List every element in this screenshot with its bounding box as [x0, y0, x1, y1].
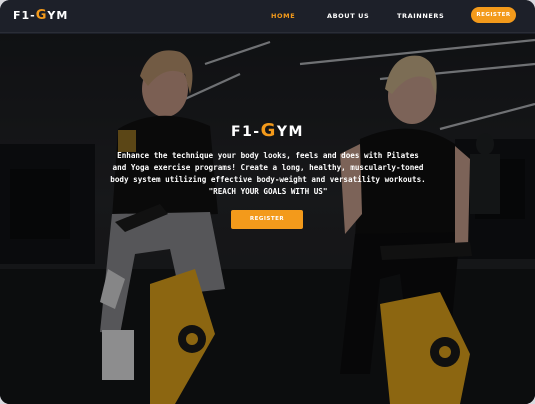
hero-description: Enhance the technique your body looks, f…	[110, 151, 426, 184]
navbar: F1-GYM HOME ABOUT US TRAINNERS REGISTER	[0, 0, 535, 33]
brand-accent-letter: G	[35, 8, 48, 23]
app-window: F1-GYM HOME ABOUT US TRAINNERS REGISTER	[0, 0, 535, 404]
hero-slogan: "REACH YOUR GOALS WITH US"	[208, 187, 328, 196]
hero-brand-suffix: YM	[276, 124, 304, 140]
nav-register-button[interactable]: REGISTER	[471, 7, 516, 23]
brand-logo[interactable]: F1-GYM	[13, 8, 68, 23]
brand-suffix: YM	[47, 9, 69, 22]
hero-register-button[interactable]: REGISTER	[231, 210, 303, 229]
hero-description-block: Enhance the technique your body looks, f…	[108, 150, 428, 198]
nav-link-home[interactable]: HOME	[271, 12, 295, 20]
brand-prefix: F1-	[13, 9, 36, 22]
nav-link-about-us[interactable]: ABOUT US	[327, 12, 369, 20]
nav-link-trainners[interactable]: TRAINNERS	[397, 12, 444, 20]
hero-brand-prefix: F1-	[231, 124, 261, 140]
hero-brand-accent-letter: G	[260, 120, 277, 141]
hero-brand-logo: F1-GYM	[0, 120, 535, 141]
hero-section: F1-GYM Enhance the technique your body l…	[0, 34, 535, 404]
